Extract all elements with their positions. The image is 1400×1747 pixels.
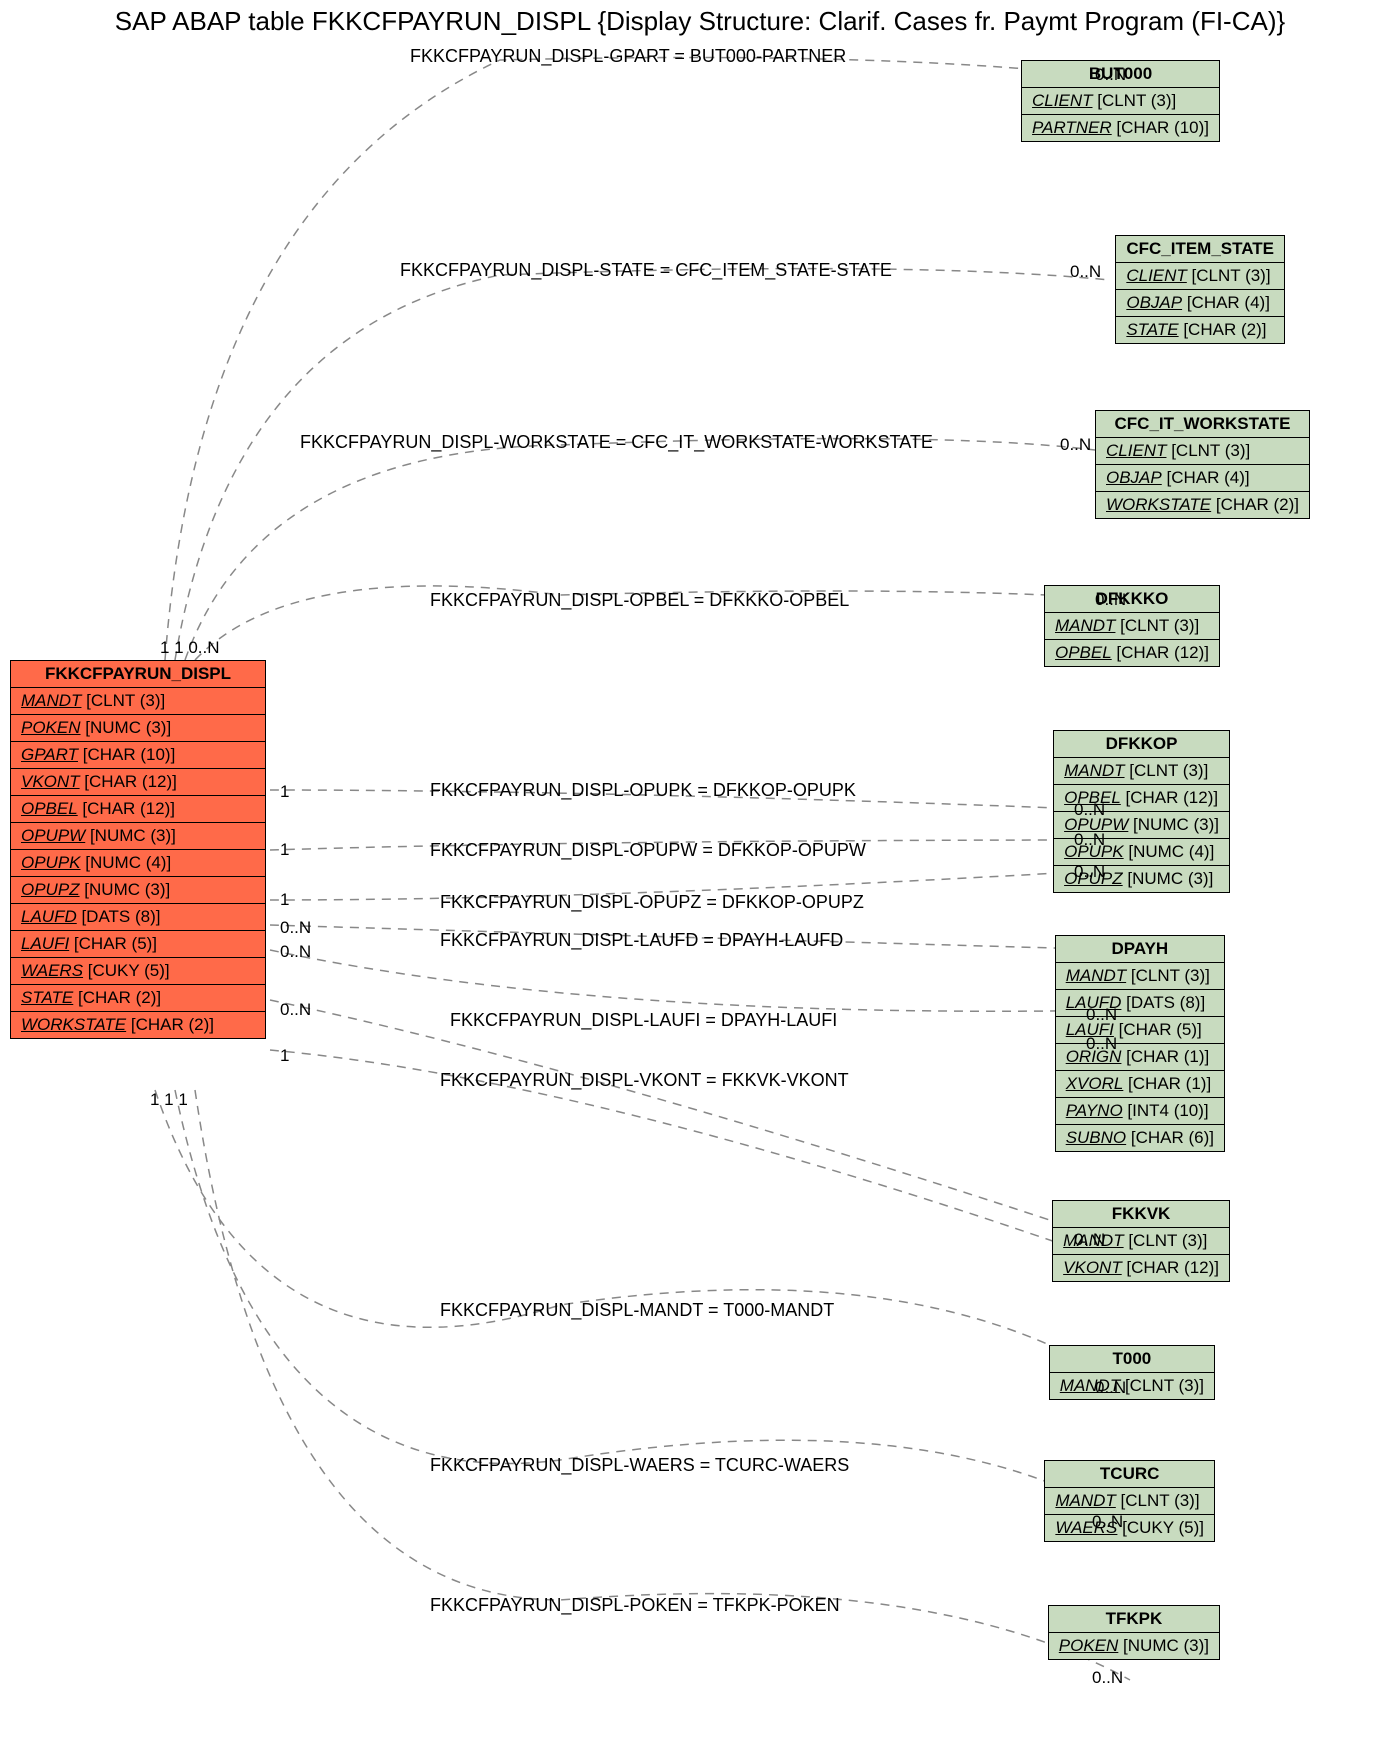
rel-2: FKKCFPAYRUN_DISPL-WORKSTATE = CFC_IT_WOR… [300, 432, 933, 453]
card-rs-11: 0..N [1092, 1512, 1123, 1532]
field-row: WORKSTATE [CHAR (2)] [11, 1012, 266, 1039]
rel-3: FKKCFPAYRUN_DISPL-OPBEL = DFKKKO-OPBEL [430, 590, 849, 611]
field-row: MANDT [CLNT (3)] [1055, 963, 1224, 990]
field-row: MANDT [CLNT (3)] [1045, 613, 1220, 640]
field-row: STATE [CHAR (2)] [11, 985, 266, 1012]
field-row: OPBEL [CHAR (12)] [1045, 640, 1220, 667]
card-rs-9: 0..N [1074, 1230, 1105, 1250]
card-rs-6: 0..N [1074, 862, 1105, 882]
field-row: OBJAP [CHAR (4)] [1096, 465, 1310, 492]
entity-main: FKKCFPAYRUN_DISPL MANDT [CLNT (3)]POKEN … [10, 660, 266, 1039]
card-mr-0: 1 [280, 782, 289, 802]
field-row: WORKSTATE [CHAR (2)] [1096, 492, 1310, 519]
field-row: LAUFD [DATS (8)] [1055, 990, 1224, 1017]
entity-tcurc: TCURCMANDT [CLNT (3)]WAERS [CUKY (5)] [1044, 1460, 1215, 1542]
card-rs-4: 0..N [1074, 800, 1105, 820]
field-row: OPBEL [CHAR (12)] [11, 796, 266, 823]
rel-12: FKKCFPAYRUN_DISPL-POKEN = TFKPK-POKEN [430, 1595, 840, 1616]
entity-tfkpk: TFKPKPOKEN [NUMC (3)] [1048, 1605, 1220, 1660]
rel-7: FKKCFPAYRUN_DISPL-LAUFD = DPAYH-LAUFD [440, 930, 843, 951]
card-rs-12: 0..N [1092, 1668, 1123, 1688]
field-row: LAUFI [CHAR (5)] [1055, 1017, 1224, 1044]
rel-0: FKKCFPAYRUN_DISPL-GPART = BUT000-PARTNER [410, 46, 846, 67]
field-row: WAERS [CUKY (5)] [11, 958, 266, 985]
field-row: MANDT [CLNT (3)] [1049, 1373, 1214, 1400]
card-mr-6: 1 [280, 1046, 289, 1066]
card-rs-10: 0..N [1095, 1378, 1126, 1398]
card-rs-8: 0..N [1086, 1034, 1117, 1054]
rel-9: FKKCFPAYRUN_DISPL-VKONT = FKKVK-VKONT [440, 1070, 849, 1091]
field-row: OPUPW [NUMC (3)] [11, 823, 266, 850]
card-rs-5: 0..N [1074, 830, 1105, 850]
card-mr-2: 1 [280, 890, 289, 910]
field-row: MANDT [CLNT (3)] [1045, 1488, 1215, 1515]
field-row: WAERS [CUKY (5)] [1045, 1515, 1215, 1542]
field-row: PAYNO [INT4 (10)] [1055, 1098, 1224, 1125]
rel-6: FKKCFPAYRUN_DISPL-OPUPZ = DFKKOP-OPUPZ [440, 892, 864, 913]
card-rs-7: 0..N [1086, 1005, 1117, 1025]
entity-main-header: FKKCFPAYRUN_DISPL [11, 661, 266, 688]
field-row: VKONT [CHAR (12)] [11, 769, 266, 796]
field-row: LAUFI [CHAR (5)] [11, 931, 266, 958]
card-rs-0: 0..N [1095, 65, 1126, 85]
entity-cfc-item-state: CFC_ITEM_STATECLIENT [CLNT (3)]OBJAP [CH… [1115, 235, 1285, 344]
field-row: SUBNO [CHAR (6)] [1055, 1125, 1224, 1152]
field-row: POKEN [NUMC (3)] [1048, 1633, 1219, 1660]
rel-4: FKKCFPAYRUN_DISPL-OPUPK = DFKKOP-OPUPK [430, 780, 856, 801]
field-row: CLIENT [CLNT (3)] [1022, 88, 1220, 115]
card-rs-2: 0..N [1060, 435, 1091, 455]
field-row: CLIENT [CLNT (3)] [1096, 438, 1310, 465]
card-rs-3: 0..N [1095, 590, 1126, 610]
field-row: XVORL [CHAR (1)] [1055, 1071, 1224, 1098]
field-row: POKEN [NUMC (3)] [11, 715, 266, 742]
field-row: MANDT [CLNT (3)] [11, 688, 266, 715]
card-rs-1: 0..N [1070, 262, 1101, 282]
rel-11: FKKCFPAYRUN_DISPL-WAERS = TCURC-WAERS [430, 1455, 849, 1476]
card-mr-4: 0..N [280, 942, 311, 962]
field-row: LAUFD [DATS (8)] [11, 904, 266, 931]
entity-dpayh: DPAYHMANDT [CLNT (3)]LAUFD [DATS (8)]LAU… [1055, 935, 1225, 1152]
diagram-title: SAP ABAP table FKKCFPAYRUN_DISPL {Displa… [0, 0, 1400, 39]
card-mr-5: 0..N [280, 1000, 311, 1020]
entity-dfkkko: DFKKKOMANDT [CLNT (3)]OPBEL [CHAR (12)] [1044, 585, 1220, 667]
card-main-bot: 1 1 1 [150, 1090, 188, 1110]
field-row: VKONT [CHAR (12)] [1053, 1255, 1230, 1282]
field-row: MANDT [CLNT (3)] [1054, 758, 1230, 785]
field-row: OPUPK [NUMC (4)] [11, 850, 266, 877]
entity-cfc-it-workstate: CFC_IT_WORKSTATECLIENT [CLNT (3)]OBJAP [… [1095, 410, 1310, 519]
field-row: ORIGN [CHAR (1)] [1055, 1044, 1224, 1071]
card-main-top: 1 1 0..N [160, 638, 220, 658]
card-mr-1: 1 [280, 840, 289, 860]
field-row: CLIENT [CLNT (3)] [1116, 263, 1285, 290]
field-row: PARTNER [CHAR (10)] [1022, 115, 1220, 142]
entity-t000: T000MANDT [CLNT (3)] [1049, 1345, 1215, 1400]
field-row: OPUPZ [NUMC (3)] [11, 877, 266, 904]
rel-1: FKKCFPAYRUN_DISPL-STATE = CFC_ITEM_STATE… [400, 260, 892, 281]
rel-5: FKKCFPAYRUN_DISPL-OPUPW = DFKKOP-OPUPW [430, 840, 866, 861]
field-row: GPART [CHAR (10)] [11, 742, 266, 769]
field-row: OBJAP [CHAR (4)] [1116, 290, 1285, 317]
rel-8: FKKCFPAYRUN_DISPL-LAUFI = DPAYH-LAUFI [450, 1010, 837, 1031]
card-mr-3: 0..N [280, 918, 311, 938]
rel-10: FKKCFPAYRUN_DISPL-MANDT = T000-MANDT [440, 1300, 834, 1321]
field-row: STATE [CHAR (2)] [1116, 317, 1285, 344]
